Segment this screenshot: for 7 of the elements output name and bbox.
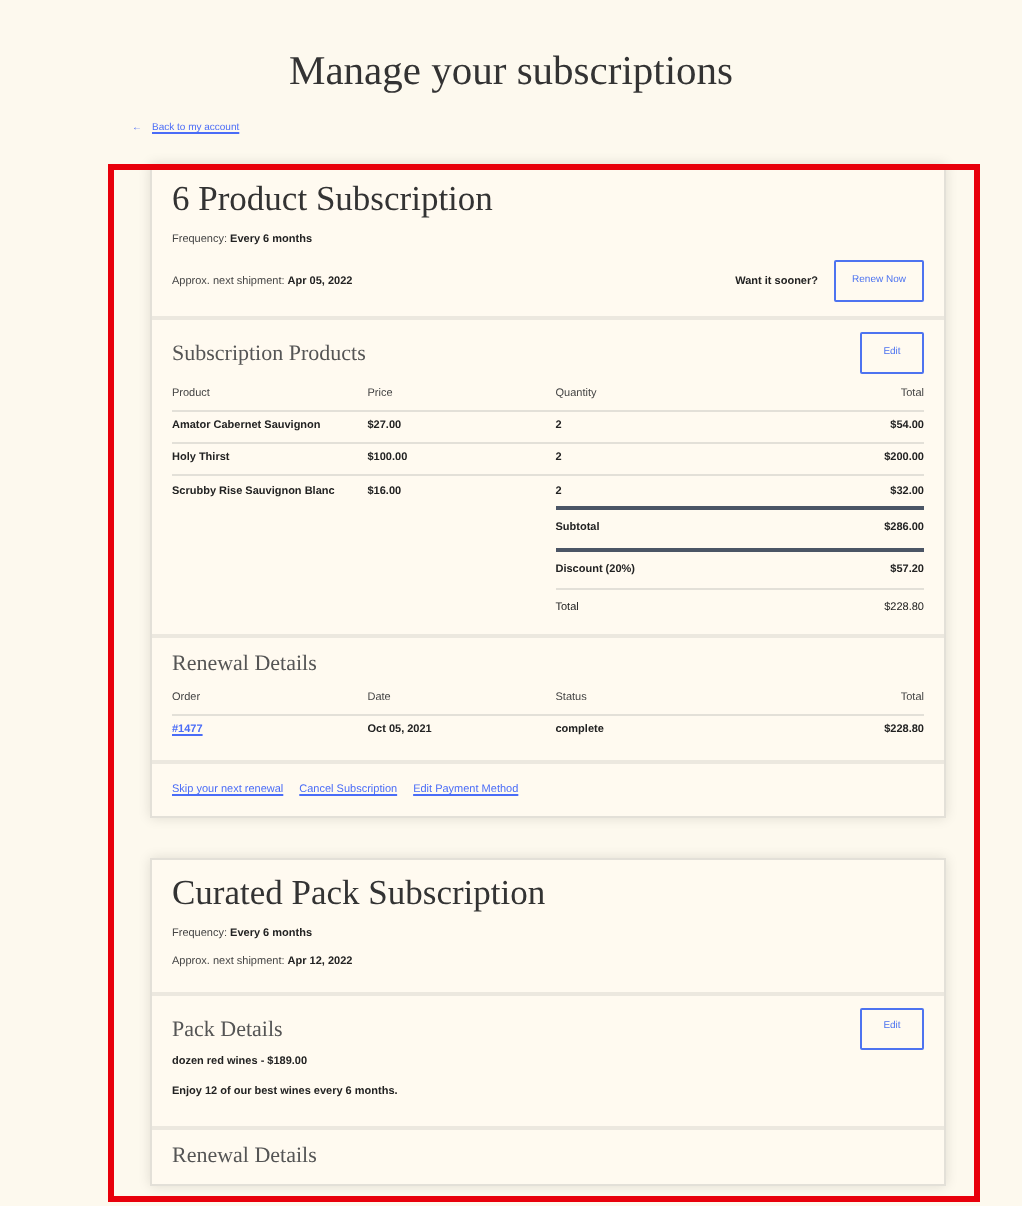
section-heading: Renewal Details — [172, 1142, 317, 1171]
section-heading: Subscription Products — [172, 340, 366, 370]
subscription-title: 6 Product Subscription — [172, 178, 495, 221]
subscription-title: Curated Pack Subscription — [172, 872, 548, 915]
section-heading: Renewal Details — [172, 650, 317, 679]
section-heading: Pack Details — [172, 1015, 283, 1044]
page-title: Manage your subscriptions — [286, 48, 736, 98]
